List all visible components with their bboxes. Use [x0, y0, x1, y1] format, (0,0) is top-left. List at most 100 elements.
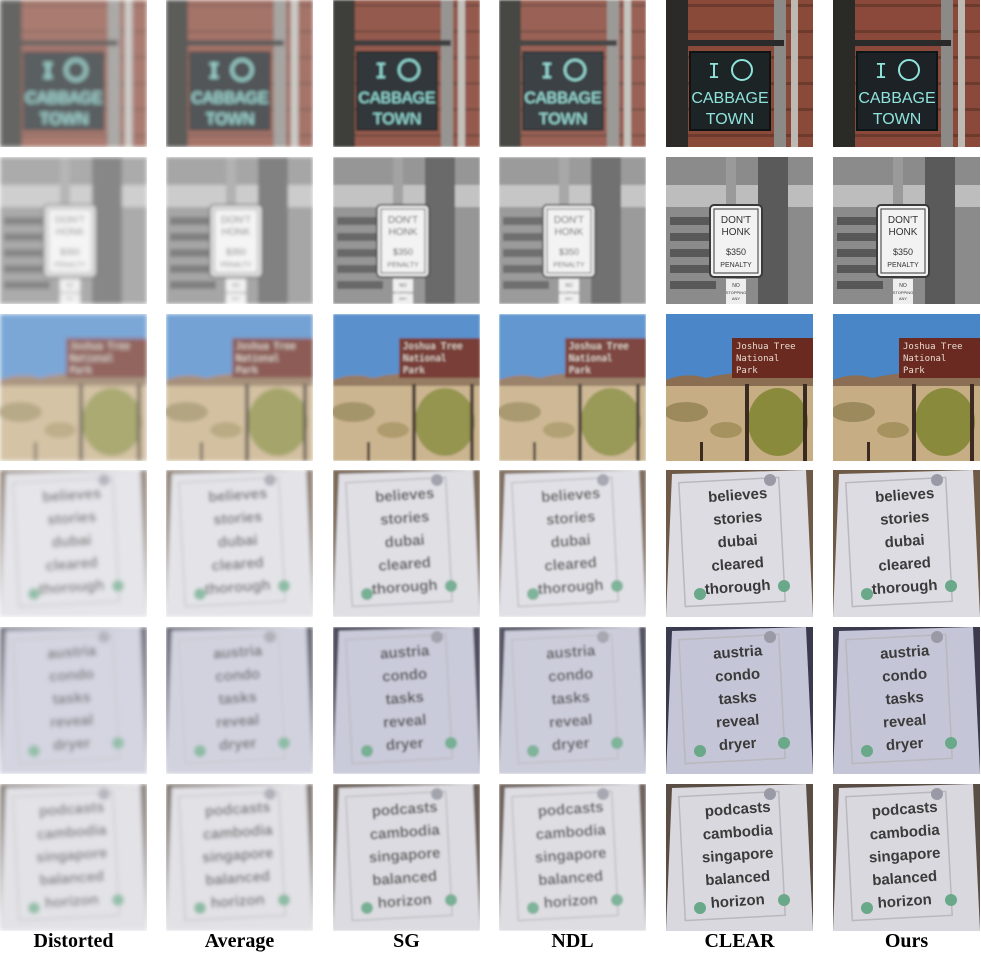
sign-text: $350: [726, 247, 746, 257]
image-tile-cabbage-town-sign-distorted: I CABBAGE TOWN: [0, 0, 147, 147]
image-tile-word-card-3-average: podcasts cambodia singapore balanced horizon: [166, 784, 313, 931]
sign-text: CABBAGE: [858, 90, 935, 107]
sign-text: STOPPING: [393, 290, 414, 295]
sign-text: ANY: [232, 296, 241, 301]
card-word: condo: [49, 665, 95, 685]
sign-text: Park: [903, 366, 925, 376]
card-word: dryer: [385, 735, 424, 755]
sign-text: TOWN: [373, 111, 422, 128]
card-word: stories: [546, 508, 596, 528]
sign-text: CABBAGE: [25, 90, 102, 107]
tile-photo: DON'THONK $350 PENALTY NOSTOPPINGANY: [499, 157, 646, 304]
column-label-distorted: Distorted: [33, 930, 114, 952]
image-tile-cabbage-town-sign-clear: I CABBAGE TOWN: [666, 0, 813, 147]
tile-photo: Joshua Tree National Park: [833, 314, 980, 461]
sign-text: NO: [232, 283, 240, 289]
sign-text: TOWN: [706, 111, 755, 128]
sign-text: HONK: [222, 227, 251, 238]
tile-photo: DON'THONK $350 PENALTY NOSTOPPINGANY: [0, 157, 147, 304]
tile-photo: believesstoriesdubaiclearedthorough: [166, 470, 313, 617]
sign-text: PENALTY: [720, 262, 752, 269]
image-tile-joshua-tree-sign-ours: Joshua Tree National Park: [833, 314, 980, 461]
card-word: condo: [715, 665, 761, 685]
tile-photo: I CABBAGE TOWN: [333, 0, 480, 147]
card-word: condo: [548, 665, 594, 685]
card-word: tasks: [551, 689, 590, 709]
tile-photo: austria condo tasks reveal dryer: [666, 627, 813, 774]
tile-photo: podcastscambodiasingaporebalancedhorizon: [166, 784, 313, 931]
image-tile-word-card-2-average: austria condo tasks reveal dryer: [166, 627, 313, 774]
sign-text: Park: [403, 366, 425, 376]
sign-text: $350: [559, 247, 579, 257]
image-tile-word-card-3-ndl: podcasts cambodia singapore balanced horizon: [499, 784, 646, 931]
sign-text: $350: [60, 247, 80, 257]
tile-photo: Joshua Tree National Park: [166, 314, 313, 461]
sign-text: $350: [226, 247, 246, 257]
sign-text: Park: [236, 366, 258, 376]
image-tile-word-card-2-distorted: austria condo tasks reveal dryer: [0, 627, 147, 774]
image-tile-dont-honk-sign-average: DON'T HONK $350 PENALTY NO STOPPING ANY: [166, 157, 313, 304]
tile-photo: podcastscambodiasingaporebalancedhorizon: [833, 784, 980, 931]
image-tile-cabbage-town-sign-average: I CABBAGE TOWN: [166, 0, 313, 147]
column-label-sg: SG: [393, 930, 420, 952]
tile-photo: Joshua Tree National Park: [0, 314, 147, 461]
sign-text: PENALTY: [54, 262, 86, 269]
sign-text: STOPPING: [226, 290, 247, 295]
comparison-grid: I CABBAGE TOWN I CABBAGE TOWN I CABBAGE TOWN I CAB…: [0, 0, 981, 958]
tile-photo: believesstoriesdubaiclearedthorough: [0, 470, 147, 617]
sign-text: TOWN: [40, 111, 89, 128]
card-word: dryer: [885, 735, 924, 755]
image-tile-joshua-tree-sign-sg: Joshua Tree National Park: [333, 314, 480, 461]
tile-photo: DON'THONK $350 PENALTY NOSTOPPINGANY: [666, 157, 813, 304]
tile-photo: austria condo tasks reveal dryer: [833, 627, 980, 774]
sign-text: National: [903, 354, 946, 364]
sign-text: DON'T: [388, 215, 418, 226]
tile-photo: I CABBAGE TOWN: [666, 0, 813, 147]
image-tile-dont-honk-sign-ndl: DON'T HONK $350 PENALTY NO STOPPING ANY: [499, 157, 646, 304]
image-tile-word-card-3-distorted: podcasts cambodia singapore balanced horizon: [0, 784, 147, 931]
card-word: austria: [880, 642, 931, 662]
sign-text: ANY: [399, 296, 408, 301]
tile-photo: austria condo tasks reveal dryer: [499, 627, 646, 774]
sign-text: CABBAGE: [358, 90, 435, 107]
card-word: dryer: [718, 735, 757, 755]
image-tile-word-card-1-distorted: believes stories dubai cleared thorough: [0, 470, 147, 617]
tile-photo: austria condo tasks reveal dryer: [333, 627, 480, 774]
tile-photo: austria condo tasks reveal dryer: [166, 627, 313, 774]
sign-text: HONK: [56, 227, 85, 238]
sign-text: National: [70, 354, 113, 364]
card-word: dryer: [218, 735, 257, 755]
sign-text: STOPPING: [60, 290, 81, 295]
image-tile-word-card-2-clear: austria condo tasks reveal dryer: [666, 627, 813, 774]
card-word: reveal: [548, 712, 592, 732]
sign-text: STOPPING: [559, 290, 580, 295]
sign-text: NO: [565, 283, 573, 289]
image-tile-word-card-1-clear: believes stories dubai cleared thorough: [666, 470, 813, 617]
sign-text: TOWN: [539, 111, 588, 128]
sign-text: ANY: [899, 296, 908, 301]
sign-text: $350: [393, 247, 413, 257]
image-tile-dont-honk-sign-sg: DON'T HONK $350 PENALTY NO STOPPING ANY: [333, 157, 480, 304]
sign-text: STOPPING: [893, 290, 914, 295]
card-word: reveal: [215, 712, 259, 732]
sign-text: Joshua Tree: [70, 342, 130, 352]
sign-text: TOWN: [873, 111, 922, 128]
sign-text: HONK: [555, 227, 584, 238]
tile-photo: DON'THONK $350 PENALTY NOSTOPPINGANY: [333, 157, 480, 304]
sign-text: I: [541, 59, 553, 83]
column-label-average: Average: [204, 930, 275, 952]
sign-text: CABBAGE: [191, 90, 268, 107]
image-tile-word-card-3-clear: podcasts cambodia singapore balanced horizon: [666, 784, 813, 931]
sign-text: PENALTY: [220, 262, 252, 269]
sign-text: I: [708, 59, 720, 83]
image-tile-word-card-1-ours: believes stories dubai cleared thorough: [833, 470, 980, 617]
sign-text: NO: [732, 283, 740, 289]
sign-text: I: [42, 59, 54, 83]
sign-text: Joshua Tree: [236, 342, 296, 352]
sign-text: Joshua Tree: [569, 342, 629, 352]
sign-text: ANY: [732, 296, 741, 301]
image-tile-word-card-3-sg: podcasts cambodia singapore balanced horizon: [333, 784, 480, 931]
card-word: dubai: [51, 532, 92, 552]
sign-text: NO: [399, 283, 407, 289]
card-word: tasks: [218, 689, 257, 709]
